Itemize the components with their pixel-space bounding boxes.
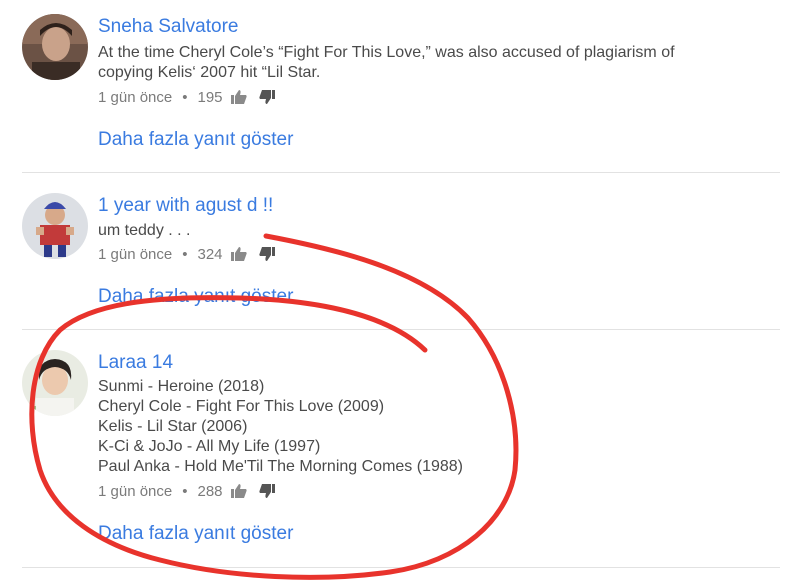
comment-text-line: Kelis - Lil Star (2006) bbox=[98, 418, 248, 435]
meta-separator: • bbox=[182, 482, 188, 500]
thumbs-up-icon[interactable] bbox=[230, 484, 247, 498]
comment-time: 1 gün önce bbox=[98, 482, 173, 500]
avatar[interactable] bbox=[22, 350, 88, 416]
comment: Laraa 14 Sunmi - Heroine (2018) Cheryl C… bbox=[0, 0, 800, 568]
like-count: 288 bbox=[197, 482, 223, 500]
comment-text: Sunmi - Heroine (2018) Cheryl Cole - Fig… bbox=[98, 377, 463, 477]
show-more-replies-link[interactable]: Daha fazla yanıt göster bbox=[98, 523, 293, 545]
comment-text-line: Sunmi - Heroine (2018) bbox=[98, 378, 265, 395]
comment-text-line: Cheryl Cole - Fight For This Love (2009) bbox=[98, 398, 385, 415]
comment-text-line: Paul Anka - Hold Me'Til The Morning Come… bbox=[98, 458, 463, 475]
comment-meta: 1 gün önce • 288 bbox=[98, 481, 275, 501]
thumbs-down-icon[interactable] bbox=[258, 484, 275, 498]
comment-text-line: K-Ci & JoJo - All My Life (1997) bbox=[98, 438, 321, 455]
comment-author[interactable]: Laraa 14 bbox=[98, 352, 173, 374]
divider bbox=[22, 567, 780, 568]
